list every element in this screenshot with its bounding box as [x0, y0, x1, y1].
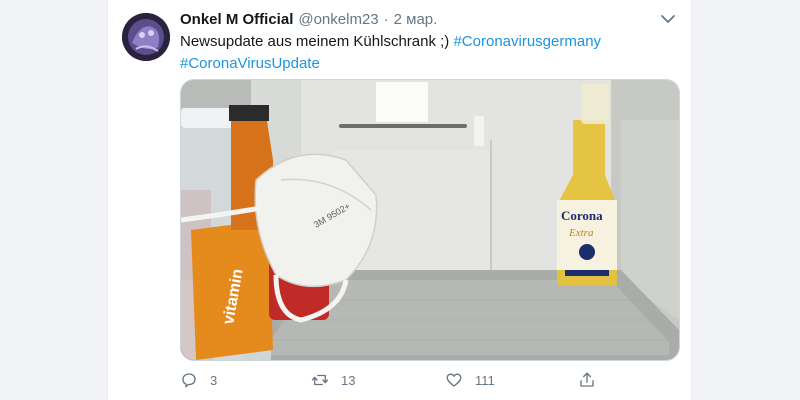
avatar[interactable]	[122, 13, 170, 61]
hashtag-link[interactable]: #CoronaVirusUpdate	[180, 55, 320, 72]
retweet-button[interactable]: 13	[311, 371, 355, 389]
heart-icon	[446, 373, 462, 387]
retweet-icon	[311, 374, 329, 386]
fridge-photo: vitamin 3M 9502+ Corona Extra	[181, 80, 679, 360]
hashtag-link[interactable]: #Coronavirusgermany	[453, 33, 601, 50]
like-count: 111	[475, 372, 495, 388]
tweet-header: Onkel M Official @onkelm23 · 2 мар.	[180, 9, 437, 29]
more-options-button[interactable]	[659, 10, 677, 28]
share-button[interactable]	[578, 371, 596, 389]
tweet-text-line: Newsupdate aus meinem Kühlschrank ;)	[180, 33, 454, 50]
beer-sub-text: Extra	[568, 227, 594, 239]
chevron-down-icon	[661, 15, 675, 23]
retweet-count: 13	[341, 372, 356, 388]
reply-count: 3	[210, 372, 218, 388]
share-icon	[580, 372, 594, 387]
tweet-card[interactable]: Onkel M Official @onkelm23 · 2 мар. News…	[107, 0, 692, 400]
reply-icon	[182, 373, 196, 388]
display-name[interactable]: Onkel M Official	[180, 11, 293, 28]
tweet-photo[interactable]: vitamin 3M 9502+ Corona Extra	[180, 79, 680, 361]
beer-brand-text: Corona	[561, 208, 603, 223]
user-handle[interactable]: @onkelm23	[298, 11, 378, 28]
avatar-image	[122, 13, 170, 61]
tweet-date[interactable]: 2 мар.	[394, 11, 438, 28]
reply-button[interactable]: 3	[180, 371, 217, 389]
tweet-text: Newsupdate aus meinem Kühlschrank ;) #Co…	[180, 31, 670, 75]
like-button[interactable]: 111	[445, 371, 495, 389]
tweet-actions: 3 13 111	[180, 368, 600, 392]
separator: ·	[383, 10, 389, 28]
